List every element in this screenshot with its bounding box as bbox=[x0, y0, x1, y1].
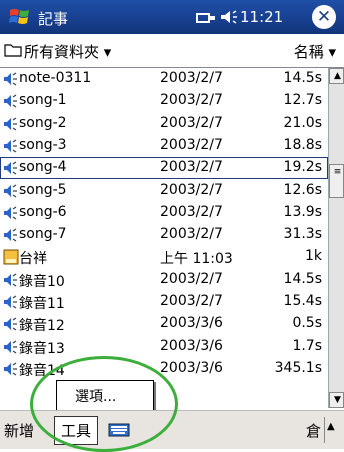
list-item[interactable]: song-6 2003/2/7 13.9s bbox=[0, 202, 328, 224]
item-size: 31.3s bbox=[283, 226, 322, 243]
list-item[interactable]: 台祥 上午 11:03 1k bbox=[0, 246, 328, 268]
item-size: 0.5s bbox=[292, 315, 322, 332]
list-item[interactable]: 錄音14 2003/3/6 345.1s bbox=[0, 358, 328, 380]
item-name: 錄音13 bbox=[19, 340, 65, 357]
folder-icon[interactable] bbox=[4, 43, 22, 57]
tools-popup-menu: 選項... bbox=[56, 380, 154, 412]
clock[interactable]: 11:21 bbox=[240, 8, 283, 26]
list-item[interactable]: song-3 2003/2/7 18.8s bbox=[0, 135, 328, 157]
item-date: 2003/2/7 bbox=[160, 203, 223, 220]
list-item[interactable]: 錄音10 2003/2/7 14.5s bbox=[0, 269, 328, 291]
item-size: 18.8s bbox=[283, 136, 322, 153]
item-size: 13.9s bbox=[283, 203, 322, 220]
app-title: 記事 bbox=[38, 10, 69, 28]
list-item[interactable]: 錄音11 2003/2/7 15.4s bbox=[0, 291, 328, 313]
item-size: 12.7s bbox=[283, 92, 322, 109]
sort-dropdown[interactable]: 名稱 ▾ bbox=[294, 41, 336, 62]
item-date: 2003/2/7 bbox=[160, 293, 223, 309]
grip-icon: ≡ bbox=[333, 167, 342, 177]
menu-item-options[interactable]: 選項... bbox=[75, 386, 116, 406]
new-button[interactable]: 新增 bbox=[4, 420, 34, 441]
list-item[interactable]: 錄音13 2003/3/6 1.7s bbox=[0, 336, 328, 358]
item-name: song-3 bbox=[19, 136, 67, 153]
title-bar: 記事 11:21 ✕ bbox=[0, 0, 344, 34]
item-name: 錄音14 bbox=[19, 362, 65, 379]
list-item[interactable]: song-1 2003/2/7 12.7s bbox=[0, 90, 328, 112]
item-size: 1k bbox=[304, 248, 322, 265]
scroll-thumb[interactable]: ≡ bbox=[329, 164, 344, 198]
item-size: 12.6s bbox=[283, 181, 322, 198]
item-date: 2003/2/7 bbox=[160, 92, 223, 109]
item-size: 14.5s bbox=[283, 70, 322, 86]
item-date: 2003/2/7 bbox=[160, 159, 223, 176]
scroll-up-icon: ▲ bbox=[334, 71, 341, 81]
item-size: 14.5s bbox=[283, 270, 322, 287]
keyboard-icon[interactable] bbox=[108, 423, 130, 437]
list-item[interactable]: song-2 2003/2/7 21.0s bbox=[0, 113, 328, 135]
list-item[interactable]: song-7 2003/2/7 31.3s bbox=[0, 224, 328, 246]
file-list: note-0311 2003/2/7 14.5s song-1 2003/2/7 12.7… bbox=[0, 68, 328, 408]
list-item[interactable]: song-4 2003/2/7 19.2s bbox=[0, 157, 328, 180]
item-date: 2003/2/7 bbox=[160, 181, 223, 198]
list-item[interactable]: note-0311 2003/2/7 14.5s bbox=[0, 68, 328, 90]
item-size: 21.0s bbox=[283, 114, 322, 131]
item-name: 台祥 bbox=[19, 251, 47, 268]
close-icon: ✕ bbox=[316, 7, 332, 27]
item-size: 19.2s bbox=[283, 159, 322, 176]
item-date: 2003/2/7 bbox=[160, 270, 223, 287]
item-name: song-5 bbox=[19, 181, 67, 198]
item-size: 345.1s bbox=[274, 359, 322, 376]
item-name: song-6 bbox=[19, 203, 67, 220]
item-date: 2003/2/7 bbox=[160, 70, 223, 86]
input-method-toggle[interactable]: ▲ bbox=[324, 417, 339, 443]
item-date: 2003/2/7 bbox=[160, 226, 223, 243]
item-name: song-7 bbox=[19, 226, 67, 243]
item-name: 錄音11 bbox=[19, 296, 65, 312]
item-name: note-0311 bbox=[19, 70, 92, 86]
item-date: 2003/3/6 bbox=[160, 315, 223, 332]
item-size: 1.7s bbox=[292, 337, 322, 354]
item-name: song-2 bbox=[19, 114, 67, 131]
windows-start-icon[interactable] bbox=[8, 6, 32, 28]
scroll-down-button[interactable]: ▼ bbox=[329, 392, 344, 408]
command-bar: 新增 工具 倉 ▲ bbox=[0, 410, 344, 449]
item-date: 2003/3/6 bbox=[160, 359, 223, 376]
item-name: 錄音12 bbox=[19, 318, 65, 335]
volume-icon[interactable] bbox=[220, 9, 238, 25]
folder-dropdown[interactable]: 所有資料夾 ▾ bbox=[24, 41, 111, 62]
item-date: 2003/3/6 bbox=[160, 337, 223, 354]
list-header: 所有資料夾 ▾ 名稱 ▾ bbox=[0, 34, 344, 68]
arrow-up-icon: ▲ bbox=[327, 421, 335, 432]
input-method-indicator[interactable]: 倉 bbox=[306, 420, 321, 441]
list-item[interactable]: song-5 2003/2/7 12.6s bbox=[0, 180, 328, 202]
item-date: 2003/2/7 bbox=[160, 136, 223, 153]
item-date: 上午 11:03 bbox=[160, 251, 233, 268]
item-name: song-1 bbox=[19, 92, 67, 109]
vertical-scrollbar[interactable]: ▲ ≡ ▼ bbox=[328, 68, 344, 408]
scroll-down-icon: ▼ bbox=[334, 395, 341, 405]
item-date: 2003/2/7 bbox=[160, 114, 223, 131]
scroll-up-button[interactable]: ▲ bbox=[329, 68, 344, 84]
list-item[interactable]: 錄音12 2003/3/6 0.5s bbox=[0, 313, 328, 335]
close-button[interactable]: ✕ bbox=[312, 5, 336, 29]
connectivity-icon[interactable] bbox=[196, 12, 216, 24]
item-name: 錄音10 bbox=[19, 273, 65, 290]
item-size: 15.4s bbox=[283, 293, 322, 309]
item-name: song-4 bbox=[19, 159, 67, 176]
tools-menu-button[interactable]: 工具 bbox=[54, 416, 99, 445]
